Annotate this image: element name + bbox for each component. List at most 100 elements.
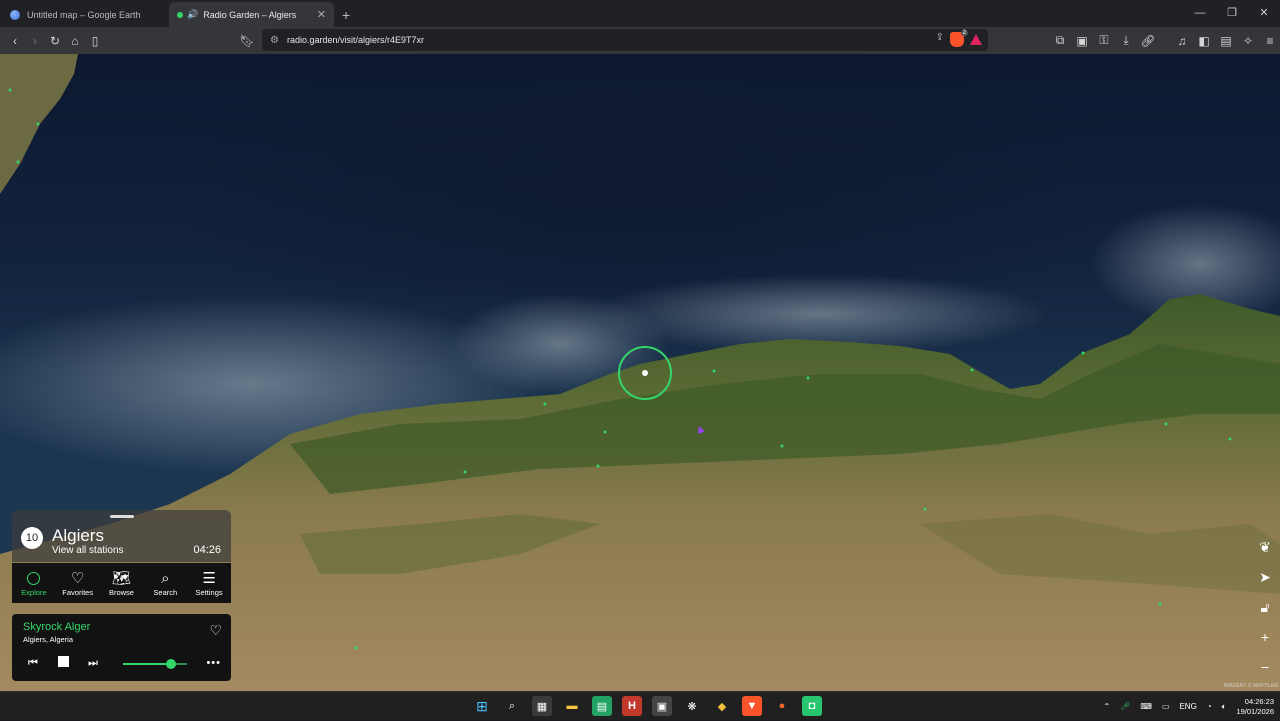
tab-strip: Untitled map – Google Earth 🔊 Radio Gard… (0, 0, 1280, 27)
clock-time: 04:26:23 (1244, 696, 1274, 706)
speaker-icon[interactable]: 🔊 (187, 9, 198, 20)
previous-icon[interactable]: ⏮ (26, 657, 40, 670)
url-text: radio.garden/visit/algiers/r4E9T7xr (286, 35, 425, 45)
volume-slider[interactable] (123, 659, 187, 669)
search-icon: ⌕ (161, 569, 170, 587)
menu-icon: ☰ (202, 569, 216, 587)
leo-ai-icon[interactable]: ✧ (1238, 31, 1258, 51)
microphone-app-icon[interactable]: ● (772, 696, 792, 716)
brave-shields-icon[interactable]: 2 (950, 30, 968, 47)
keyboard-icon[interactable]: ⌨ (1140, 702, 1152, 711)
display-icon[interactable]: ▭ (1162, 702, 1170, 711)
game-icon[interactable]: ◆ (712, 696, 732, 716)
download-icon[interactable]: ⤓ (1116, 31, 1136, 51)
nav-label: Search (153, 587, 178, 597)
minimize-icon[interactable]: — (1184, 0, 1216, 27)
shields-count: 2 (960, 30, 968, 36)
tab-title: Radio Garden – Algiers (203, 9, 297, 20)
chatgpt-icon[interactable]: ❋ (682, 696, 702, 716)
close-window-icon[interactable]: ✕ (1248, 0, 1280, 27)
tab-radio-garden[interactable]: 🔊 Radio Garden – Algiers ✕ (169, 2, 334, 27)
zoom-in-button[interactable]: + (1256, 626, 1274, 648)
nav-settings[interactable]: ☰ Settings (189, 570, 229, 597)
reader-icon[interactable]: ◧ (1194, 31, 1214, 51)
tab-google-earth[interactable]: Untitled map – Google Earth (2, 2, 167, 27)
close-tab-icon[interactable]: ✕ (317, 8, 326, 21)
location-name: Algiers (52, 526, 104, 545)
nav-explore[interactable]: Explore (14, 570, 54, 597)
back-icon[interactable]: ‹ (5, 31, 25, 51)
nav-label: Browse (108, 587, 134, 597)
media-icon[interactable]: ♫ (1172, 31, 1192, 51)
nav-label: Explore (21, 587, 47, 597)
link-icon[interactable]: 🔗︎ (1138, 31, 1158, 51)
store-icon[interactable]: ▦ (532, 696, 552, 716)
window-controls: — ❐ ✕ (1184, 0, 1280, 27)
wifi-icon[interactable]: ◔ (1207, 702, 1212, 711)
new-tab-button[interactable]: + (342, 2, 350, 27)
selected-station-dot[interactable] (642, 370, 648, 376)
nav-browse[interactable]: 🗺︎ Browse (101, 570, 141, 597)
site-info-icon[interactable]: ⚙ (270, 35, 279, 46)
drag-handle[interactable] (110, 515, 134, 518)
explore-circle-icon (27, 571, 41, 585)
google-earth-icon (10, 9, 20, 20)
home-icon[interactable]: ⌂ (65, 31, 85, 51)
lock-icon[interactable]: 🔓︎ (1256, 596, 1274, 618)
nav-search[interactable]: ⌕ Search (145, 570, 185, 597)
favorite-heart-icon[interactable]: ♡ (209, 622, 222, 639)
station-count-badge: 10 (21, 527, 43, 549)
nav-favorites[interactable]: ♡ Favorites (58, 570, 98, 597)
sidebar-icon[interactable]: ▯ (85, 31, 105, 51)
app-icon[interactable]: ▣ (652, 696, 672, 716)
folder-icon[interactable]: ▬ (562, 696, 582, 716)
system-clock[interactable]: 04:26:23 19/01/2026 (1236, 697, 1274, 717)
spreadsheet-icon[interactable]: ▤ (592, 696, 612, 716)
location-panel[interactable]: 10 Algiers View all stations 04:26 (12, 510, 231, 562)
extensions-icon[interactable]: ⧉ (1050, 31, 1070, 51)
brave-browser-icon[interactable]: ▼ (742, 696, 762, 716)
map-controls: ❦ ➤ 🔓︎ + − (1256, 536, 1274, 678)
map-attribution: IMAGERY © MAPTILER (1223, 683, 1278, 689)
bookmark-icon[interactable]: 🔖︎ (237, 31, 257, 51)
clock-date: 19/01/2026 (1236, 706, 1274, 716)
volume-fill (123, 663, 171, 665)
radio-garden-icon (177, 11, 183, 18)
volume-knob[interactable] (166, 659, 176, 669)
zoom-out-button[interactable]: − (1256, 656, 1274, 678)
station-place[interactable]: Algiers, Algeria (23, 635, 73, 644)
brave-rewards-icon[interactable] (970, 34, 982, 45)
local-time: 04:26 (193, 544, 221, 556)
stop-button[interactable] (56, 656, 70, 670)
mic-icon[interactable]: 🎤︎ (1120, 702, 1130, 711)
share-icon[interactable]: ⇪ (936, 32, 944, 47)
nav-label: Settings (195, 587, 223, 597)
h-app-icon[interactable]: H (622, 696, 642, 716)
balloon-icon[interactable]: ❦ (1256, 536, 1274, 558)
nav-label: Favorites (62, 587, 94, 597)
address-bar[interactable]: ⚙ radio.garden/visit/algiers/r4E9T7xr ⇪ … (262, 29, 988, 51)
language-indicator[interactable]: ENG (1179, 702, 1196, 711)
heart-icon: ♡ (70, 569, 85, 587)
view-all-stations-link[interactable]: View all stations (52, 545, 124, 556)
restore-icon[interactable]: ❐ (1216, 0, 1248, 27)
forward-icon[interactable]: › (25, 31, 45, 51)
chevron-up-icon[interactable]: ⌃ (1103, 702, 1110, 711)
start-icon[interactable]: ⊞ (472, 696, 492, 716)
volume-icon[interactable]: 🔈︎ (1222, 702, 1227, 712)
key-icon[interactable]: ⚿ (1094, 31, 1114, 51)
player: Skyrock Alger Algiers, Algeria ♡ ⏮ ⏭ ••• (12, 614, 231, 681)
station-name[interactable]: Skyrock Alger (23, 621, 90, 633)
more-options-icon[interactable]: ••• (206, 657, 221, 669)
wallet-icon[interactable]: ▤ (1216, 31, 1236, 51)
search-icon[interactable]: ⌕ (502, 696, 522, 716)
menu-icon[interactable]: ≡ (1260, 31, 1280, 51)
reload-icon[interactable]: ↻ (45, 31, 65, 51)
tab-title: Untitled map – Google Earth (27, 9, 141, 20)
next-icon[interactable]: ⏭ (86, 657, 100, 670)
green-app-icon[interactable]: ◘ (802, 696, 822, 716)
browser-toolbar: ‹ › ↻ ⌂ ▯ 🔖︎ ⚙ radio.garden/visit/algier… (0, 27, 1280, 54)
locate-icon[interactable]: ➤ (1256, 566, 1274, 588)
map-icon: 🗺︎ (111, 569, 131, 587)
screenshot-icon[interactable]: ▣ (1072, 31, 1092, 51)
